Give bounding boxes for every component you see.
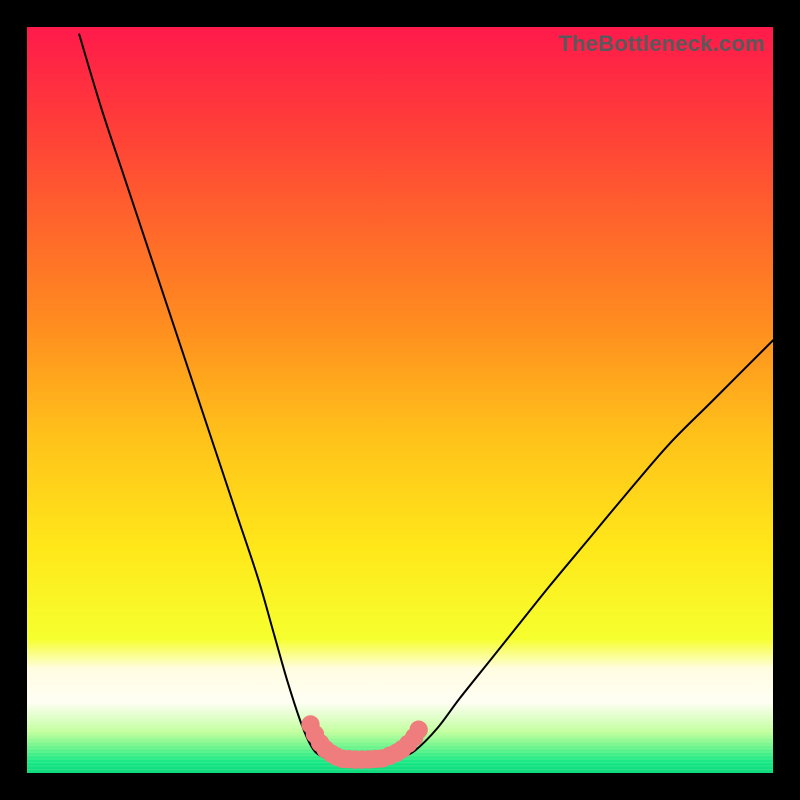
bottleneck-curve-chart (27, 27, 773, 773)
data-point (409, 721, 427, 739)
plot-area: TheBottleneck.com (27, 27, 773, 773)
heat-gradient (27, 27, 773, 773)
chart-frame: TheBottleneck.com (0, 0, 800, 800)
